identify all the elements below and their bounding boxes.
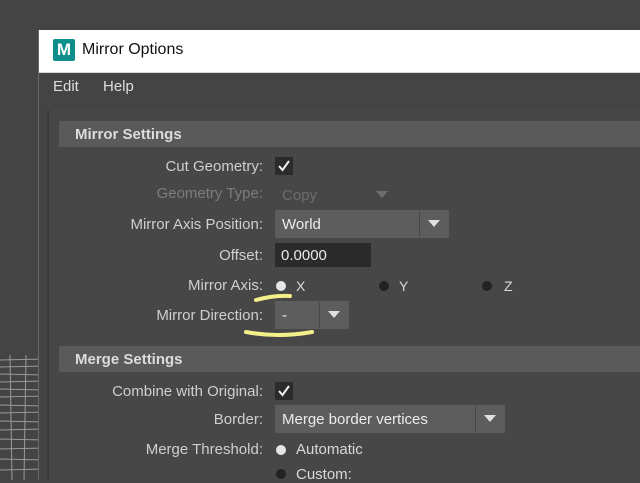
mirror-axis-z-radio[interactable] — [482, 281, 492, 291]
checkmark-icon — [278, 385, 290, 397]
merge-threshold-label: Merge Threshold: — [145, 441, 263, 458]
merge-settings-title: Merge Settings — [75, 351, 183, 368]
mirror-axis-y-radio[interactable] — [379, 281, 389, 291]
mirror-settings-header[interactable]: Mirror Settings — [59, 121, 640, 147]
geometry-type-dropdown: Copy — [275, 181, 397, 209]
cut-geometry-label: Cut Geometry: — [165, 158, 263, 175]
merge-threshold-automatic-label: Automatic — [296, 441, 363, 458]
merge-settings-header[interactable]: Merge Settings — [59, 346, 640, 372]
options-panel: Mirror Settings Cut Geometry: Geometry T… — [47, 110, 640, 483]
mirror-axis-y-label: Y — [399, 278, 409, 294]
checkmark-icon — [278, 160, 290, 172]
chevron-down-icon — [419, 211, 448, 237]
mirror-settings-title: Mirror Settings — [75, 126, 182, 143]
border-dropdown[interactable]: Merge border vertices — [275, 405, 505, 433]
chevron-down-icon — [368, 182, 396, 208]
geometry-type-label: Geometry Type: — [156, 185, 263, 202]
menu-help[interactable]: Help — [103, 78, 134, 95]
mirror-axis-z-label: Z — [504, 278, 513, 294]
combine-with-original-checkbox[interactable] — [275, 382, 293, 400]
mirror-axis-position-dropdown[interactable]: World — [275, 210, 449, 238]
combine-with-original-label: Combine with Original: — [112, 383, 263, 400]
logo-letter: M — [56, 40, 72, 59]
geometry-type-value: Copy — [282, 187, 318, 204]
highlight-annotation — [244, 293, 314, 337]
offset-value: 0.0000 — [281, 247, 327, 264]
window-title: Mirror Options — [82, 41, 184, 58]
mirror-axis-position-value: World — [282, 216, 321, 233]
mirror-options-window: M Mirror Options Edit Help Mirror Settin… — [38, 30, 640, 483]
merge-threshold-custom-label: Custom: — [296, 466, 352, 483]
border-value: Merge border vertices — [282, 411, 428, 428]
border-label: Border: — [213, 411, 263, 428]
title-bar[interactable]: M Mirror Options — [39, 30, 640, 73]
menu-bar: Edit Help — [39, 73, 640, 101]
merge-threshold-automatic-radio[interactable] — [276, 445, 286, 455]
offset-field[interactable]: 0.0000 — [275, 243, 371, 267]
chevron-down-icon — [475, 406, 504, 432]
cut-geometry-checkbox[interactable] — [275, 157, 293, 175]
chevron-down-icon — [319, 302, 348, 328]
menu-edit[interactable]: Edit — [53, 78, 79, 95]
maya-logo-icon: M — [53, 39, 75, 61]
mirror-axis-position-label: Mirror Axis Position: — [130, 216, 263, 233]
merge-threshold-custom-radio[interactable] — [276, 469, 286, 479]
offset-label: Offset: — [219, 247, 263, 264]
